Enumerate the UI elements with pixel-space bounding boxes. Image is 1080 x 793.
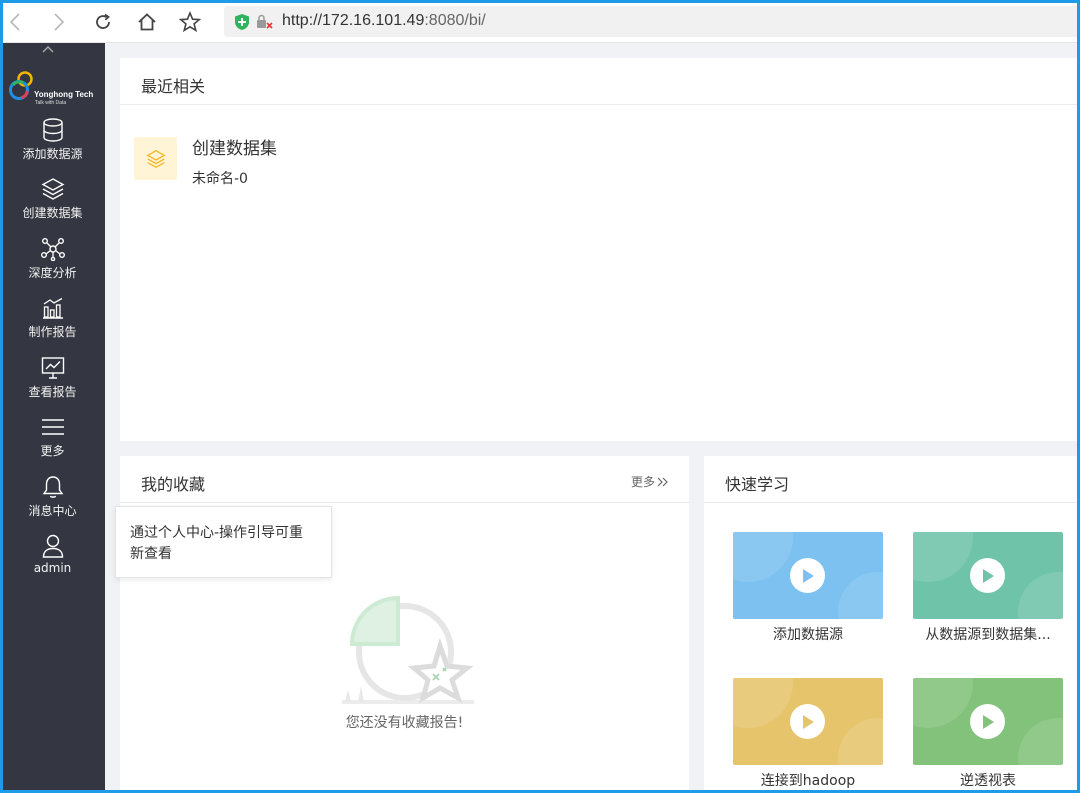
- sidebar-item-create-dataset[interactable]: 创建数据集: [0, 176, 105, 232]
- play-icon: [970, 558, 1005, 593]
- forward-icon[interactable]: [46, 9, 72, 35]
- layers-icon: [40, 176, 66, 202]
- quick-learn-header: 快速学习: [704, 456, 1080, 503]
- logo-brand: Yonghong Tech: [34, 90, 94, 99]
- favorites-more-link[interactable]: 更多: [631, 473, 669, 490]
- play-icon: [790, 558, 825, 593]
- quick-learn-panel: 快速学习 添加数据源 从数据源到数据集... 连接到hadoop 逆透视表: [704, 456, 1080, 793]
- video-label-datasource-to-dataset[interactable]: 从数据源到数据集...: [913, 624, 1063, 644]
- video-tile-datasource-to-dataset[interactable]: [913, 532, 1063, 619]
- empty-favorites-text: 您还没有收藏报告!: [345, 715, 464, 731]
- recent-header: 最近相关: [120, 58, 1080, 105]
- quick-learn-title: 快速学习: [725, 475, 790, 494]
- double-chevron-right-icon: [657, 477, 668, 486]
- video-tile-connect-hadoop[interactable]: [733, 678, 883, 765]
- database-icon: [40, 117, 66, 143]
- video-tile-unpivot-table[interactable]: [913, 678, 1063, 765]
- dataset-layers-icon[interactable]: [134, 137, 177, 180]
- sidebar-item-add-datasource[interactable]: 添加数据源: [0, 117, 105, 173]
- recent-item-subtitle[interactable]: 未命名-0: [192, 168, 248, 188]
- network-icon: [40, 236, 66, 262]
- logo-rings-icon: [9, 71, 33, 100]
- back-icon[interactable]: [2, 9, 28, 35]
- logo-tagline: Talk with Data: [35, 100, 67, 106]
- empty-favorites-illustration: [330, 594, 480, 718]
- video-label-unpivot-table[interactable]: 逆透视表: [913, 770, 1063, 790]
- lock-icon: [256, 14, 274, 34]
- home-icon[interactable]: [134, 9, 160, 35]
- sidebar-item-more[interactable]: 更多: [0, 414, 105, 470]
- favorites-title: 我的收藏: [141, 475, 206, 494]
- sidebar-item-user[interactable]: admin: [0, 533, 105, 589]
- menu-icon: [40, 414, 66, 440]
- guide-tooltip: 通过个人中心-操作引导可重新查看: [115, 506, 332, 578]
- bar-chart-icon: [40, 295, 66, 321]
- sidebar-item-deep-analysis[interactable]: 深度分析: [0, 236, 105, 292]
- user-icon: [40, 533, 66, 559]
- sidebar: Yonghong Tech Talk with Data 添加数据源 创建数据集…: [0, 43, 105, 793]
- reload-icon[interactable]: [90, 9, 116, 35]
- monitor-chart-icon: [40, 355, 66, 381]
- chevron-up-icon[interactable]: [40, 43, 56, 55]
- url-text[interactable]: http://172.16.101.49:8080/bi/: [282, 12, 486, 30]
- sidebar-item-view-report[interactable]: 查看报告: [0, 355, 105, 411]
- recent-item-title[interactable]: 创建数据集: [192, 134, 277, 159]
- video-tile-add-datasource[interactable]: [733, 532, 883, 619]
- shield-icon: [234, 13, 250, 35]
- play-icon: [970, 704, 1005, 739]
- browser-toolbar: http://172.16.101.49:8080/bi/: [0, 0, 1080, 43]
- bell-icon: [40, 474, 66, 500]
- main-content: 最近相关 创建数据集 未命名-0 我的收藏 更多 您还没有收藏报告! 快速学习 …: [105, 43, 1080, 793]
- video-label-connect-hadoop[interactable]: 连接到hadoop: [733, 770, 883, 790]
- address-bar[interactable]: http://172.16.101.49:8080/bi/: [224, 6, 1080, 37]
- favorites-header: 我的收藏 更多: [120, 456, 689, 503]
- recent-title: 最近相关: [141, 77, 206, 96]
- video-label-add-datasource[interactable]: 添加数据源: [733, 624, 883, 644]
- play-icon: [790, 704, 825, 739]
- star-icon[interactable]: [177, 9, 203, 35]
- recent-panel: 最近相关 创建数据集 未命名-0: [120, 58, 1080, 441]
- sidebar-item-make-report[interactable]: 制作报告: [0, 295, 105, 351]
- logo: Yonghong Tech Talk with Data: [9, 70, 99, 108]
- sidebar-item-messages[interactable]: 消息中心: [0, 474, 105, 530]
